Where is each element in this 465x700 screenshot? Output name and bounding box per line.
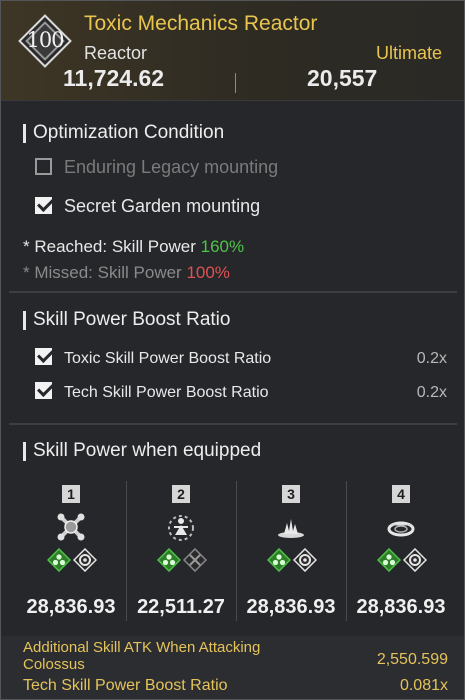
toxic-icon [377,548,401,572]
equip-slot-2[interactable]: 2 22,511.27 [127,479,235,623]
reached-prefix: * Reached: Skill Power [23,237,201,256]
reached-note: * Reached: Skill Power 160% [23,237,244,257]
tech-icon [293,548,317,572]
item-header: 100 Toxic Mechanics Reactor Reactor Ulti… [1,1,464,101]
slot-skill-power: 28,836.93 [26,596,116,618]
slot-index: 1 [62,485,80,503]
slot-skill-power: 28,836.93 [246,596,336,618]
boost-row-toxic: Toxic Skill Power Boost Ratio 0.2x [35,348,447,368]
level-number: 100 [26,28,64,52]
toxic-icon [267,548,291,572]
footer-stat-value: 0.081x [399,677,448,694]
footer-stat-tech-ratio: Tech Skill Power Boost Ratio 0.081x [23,677,448,695]
missed-note: * Missed: Skill Power 100% [23,263,230,283]
equip-slot-4[interactable]: 4 28,836.93 [347,479,455,623]
ring-disc-icon [387,521,415,537]
boost-label: Tech Skill Power Boost Ratio [64,384,269,401]
boost-section-title: Skill Power Boost Ratio [23,309,230,331]
stat-divider [235,73,236,93]
option-secret-garden[interactable]: Secret Garden mounting [35,196,260,217]
boost-label: Toxic Skill Power Boost Ratio [64,350,272,367]
checkbox-checked [35,382,52,400]
reached-value: 160% [200,237,245,256]
tech-muted-icon [183,548,207,572]
slot-skill-power: 28,836.93 [356,596,446,618]
equip-slot-1[interactable]: 1 28,836.93 [17,479,125,623]
slot-index: 2 [172,485,190,503]
option-enduring-legacy[interactable]: Enduring Legacy mounting [35,157,278,178]
item-type: Reactor [84,43,148,63]
item-title: Toxic Mechanics Reactor [84,12,318,35]
toxic-icon [47,548,71,572]
option-label: Secret Garden mounting [64,196,261,216]
checkbox-checked[interactable] [35,196,52,214]
checkbox-unchecked[interactable] [35,157,52,175]
stat-right-value: 20,557 [307,65,378,91]
equip-slot-3[interactable]: 3 28,836.93 [237,479,345,623]
boost-value: 0.2x [416,384,447,401]
stat-left-value: 11,724.62 [63,65,165,91]
option-label: Enduring Legacy mounting [64,157,279,177]
footer-stat-colossus: Additional Skill ATK When Attacking Colo… [23,639,448,673]
slot-index: 4 [392,485,410,503]
section-divider [9,291,457,293]
reactor-tooltip-panel: 100 Toxic Mechanics Reactor Reactor Ulti… [0,0,465,700]
boost-row-tech: Tech Skill Power Boost Ratio 0.2x [35,382,447,402]
optimization-section-title: Optimization Condition [23,122,224,144]
checkbox-checked [35,348,52,366]
tech-icon [403,548,427,572]
missed-prefix: * Missed: Skill Power [23,263,187,282]
footer-stat-label: Tech Skill Power Boost Ratio [23,677,228,694]
missed-value: 100% [186,263,230,282]
footer-stat-value: 2,550.599 [376,651,448,668]
crossed-tools-icon [57,513,85,541]
toxic-icon [157,548,181,572]
boost-value: 0.2x [416,350,447,367]
burst-figure-icon [168,515,194,541]
tech-icon [73,548,97,572]
slot-index: 3 [282,485,300,503]
stat-row: 11,724.62 20,557 [1,65,464,101]
item-grade: Ultimate [375,43,442,63]
equipped-section-title: Skill Power when equipped [23,440,261,462]
level-badge: 100 [18,14,72,68]
section-divider [9,423,457,425]
splash-icon [278,519,304,538]
slot-skill-power: 22,511.27 [137,596,225,618]
